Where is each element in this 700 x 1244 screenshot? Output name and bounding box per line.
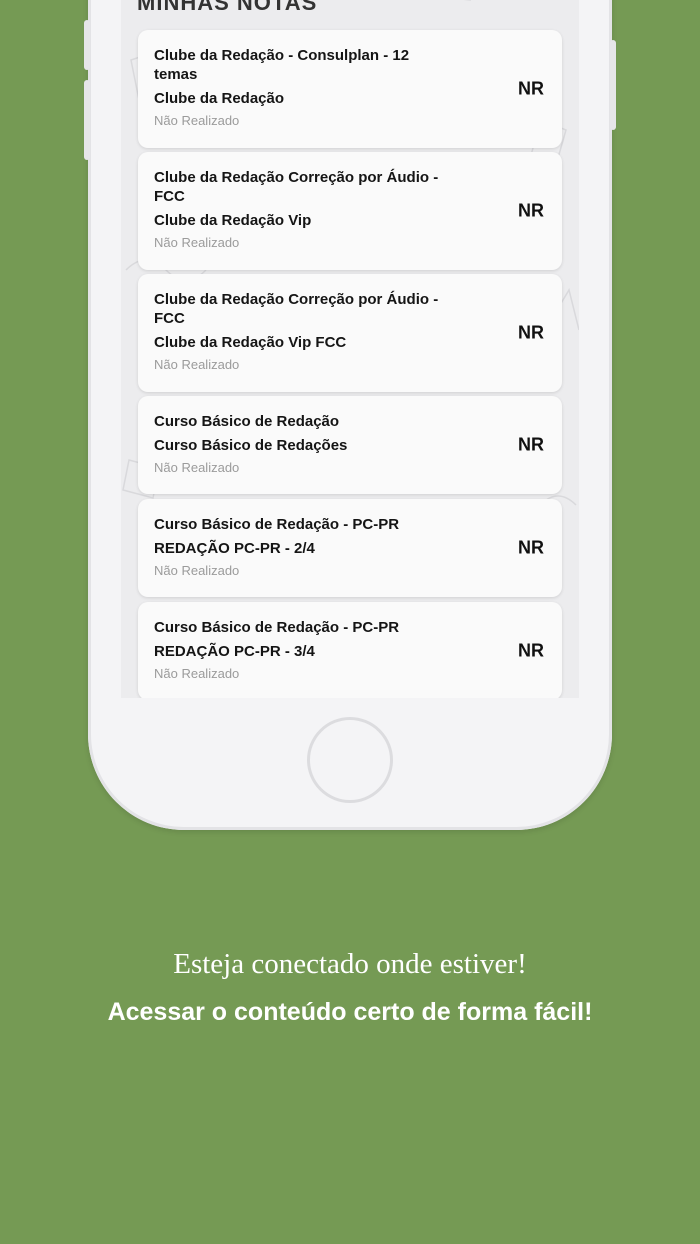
grade-value: NR [518,78,544,99]
list-item[interactable]: Curso Básico de Redação - PC-PR REDAÇÃO … [138,602,562,698]
status-text: Não Realizado [154,563,240,578]
phone-side-button [84,20,90,70]
list-item[interactable]: Curso Básico de Redação - PC-PR REDAÇÃO … [138,499,562,597]
promo-caption: Esteja conectado onde estiver! [173,948,527,980]
app-screen: MINHAS NOTAS Clube da Redação - Consulpl… [121,0,579,698]
home-button[interactable] [307,717,393,803]
grade-value: NR [518,537,544,558]
phone-power-button [610,40,616,130]
status-text: Não Realizado [154,460,240,475]
theme-name: Clube da Redação Vip [154,212,312,229]
phone-volume-button [84,80,90,160]
section-title: MINHAS NOTAS [137,0,318,15]
theme-name: Clube da Redação [154,90,285,107]
course-name: Curso Básico de Redação - PC-PR [154,516,400,533]
grade-value: NR [518,200,544,221]
course-name: Clube da Redação Correção por Áudio - FC… [154,169,439,205]
phone-frame: MINHAS NOTAS Clube da Redação - Consulpl… [84,0,616,830]
theme-name: Curso Básico de Redações [154,437,348,454]
list-item[interactable]: Clube da Redação - Consulplan - 12 temas… [138,30,562,148]
grade-value: NR [518,434,544,455]
status-text: Não Realizado [154,235,240,250]
grade-value: NR [518,640,544,661]
list-item[interactable]: Curso Básico de Redação Curso Básico de … [138,396,562,494]
list-item[interactable]: Clube da Redação Correção por Áudio - FC… [138,152,562,270]
course-name: Curso Básico de Redação [154,413,340,430]
theme-name: Clube da Redação Vip FCC [154,334,347,351]
list-item[interactable]: Clube da Redação Correção por Áudio - FC… [138,274,562,392]
theme-name: REDAÇÃO PC-PR - 3/4 [154,643,315,660]
promo-subcaption: Acessar o conteúdo certo de forma fácil! [107,998,593,1026]
course-name: Clube da Redação - Consulplan - 12 temas [154,47,410,83]
theme-name: REDAÇÃO PC-PR - 2/4 [154,540,315,557]
status-text: Não Realizado [154,666,240,681]
course-name: Clube da Redação Correção por Áudio - FC… [154,291,439,327]
status-text: Não Realizado [154,113,240,128]
grade-value: NR [518,322,544,343]
course-name: Curso Básico de Redação - PC-PR [154,619,400,636]
status-text: Não Realizado [154,357,240,372]
